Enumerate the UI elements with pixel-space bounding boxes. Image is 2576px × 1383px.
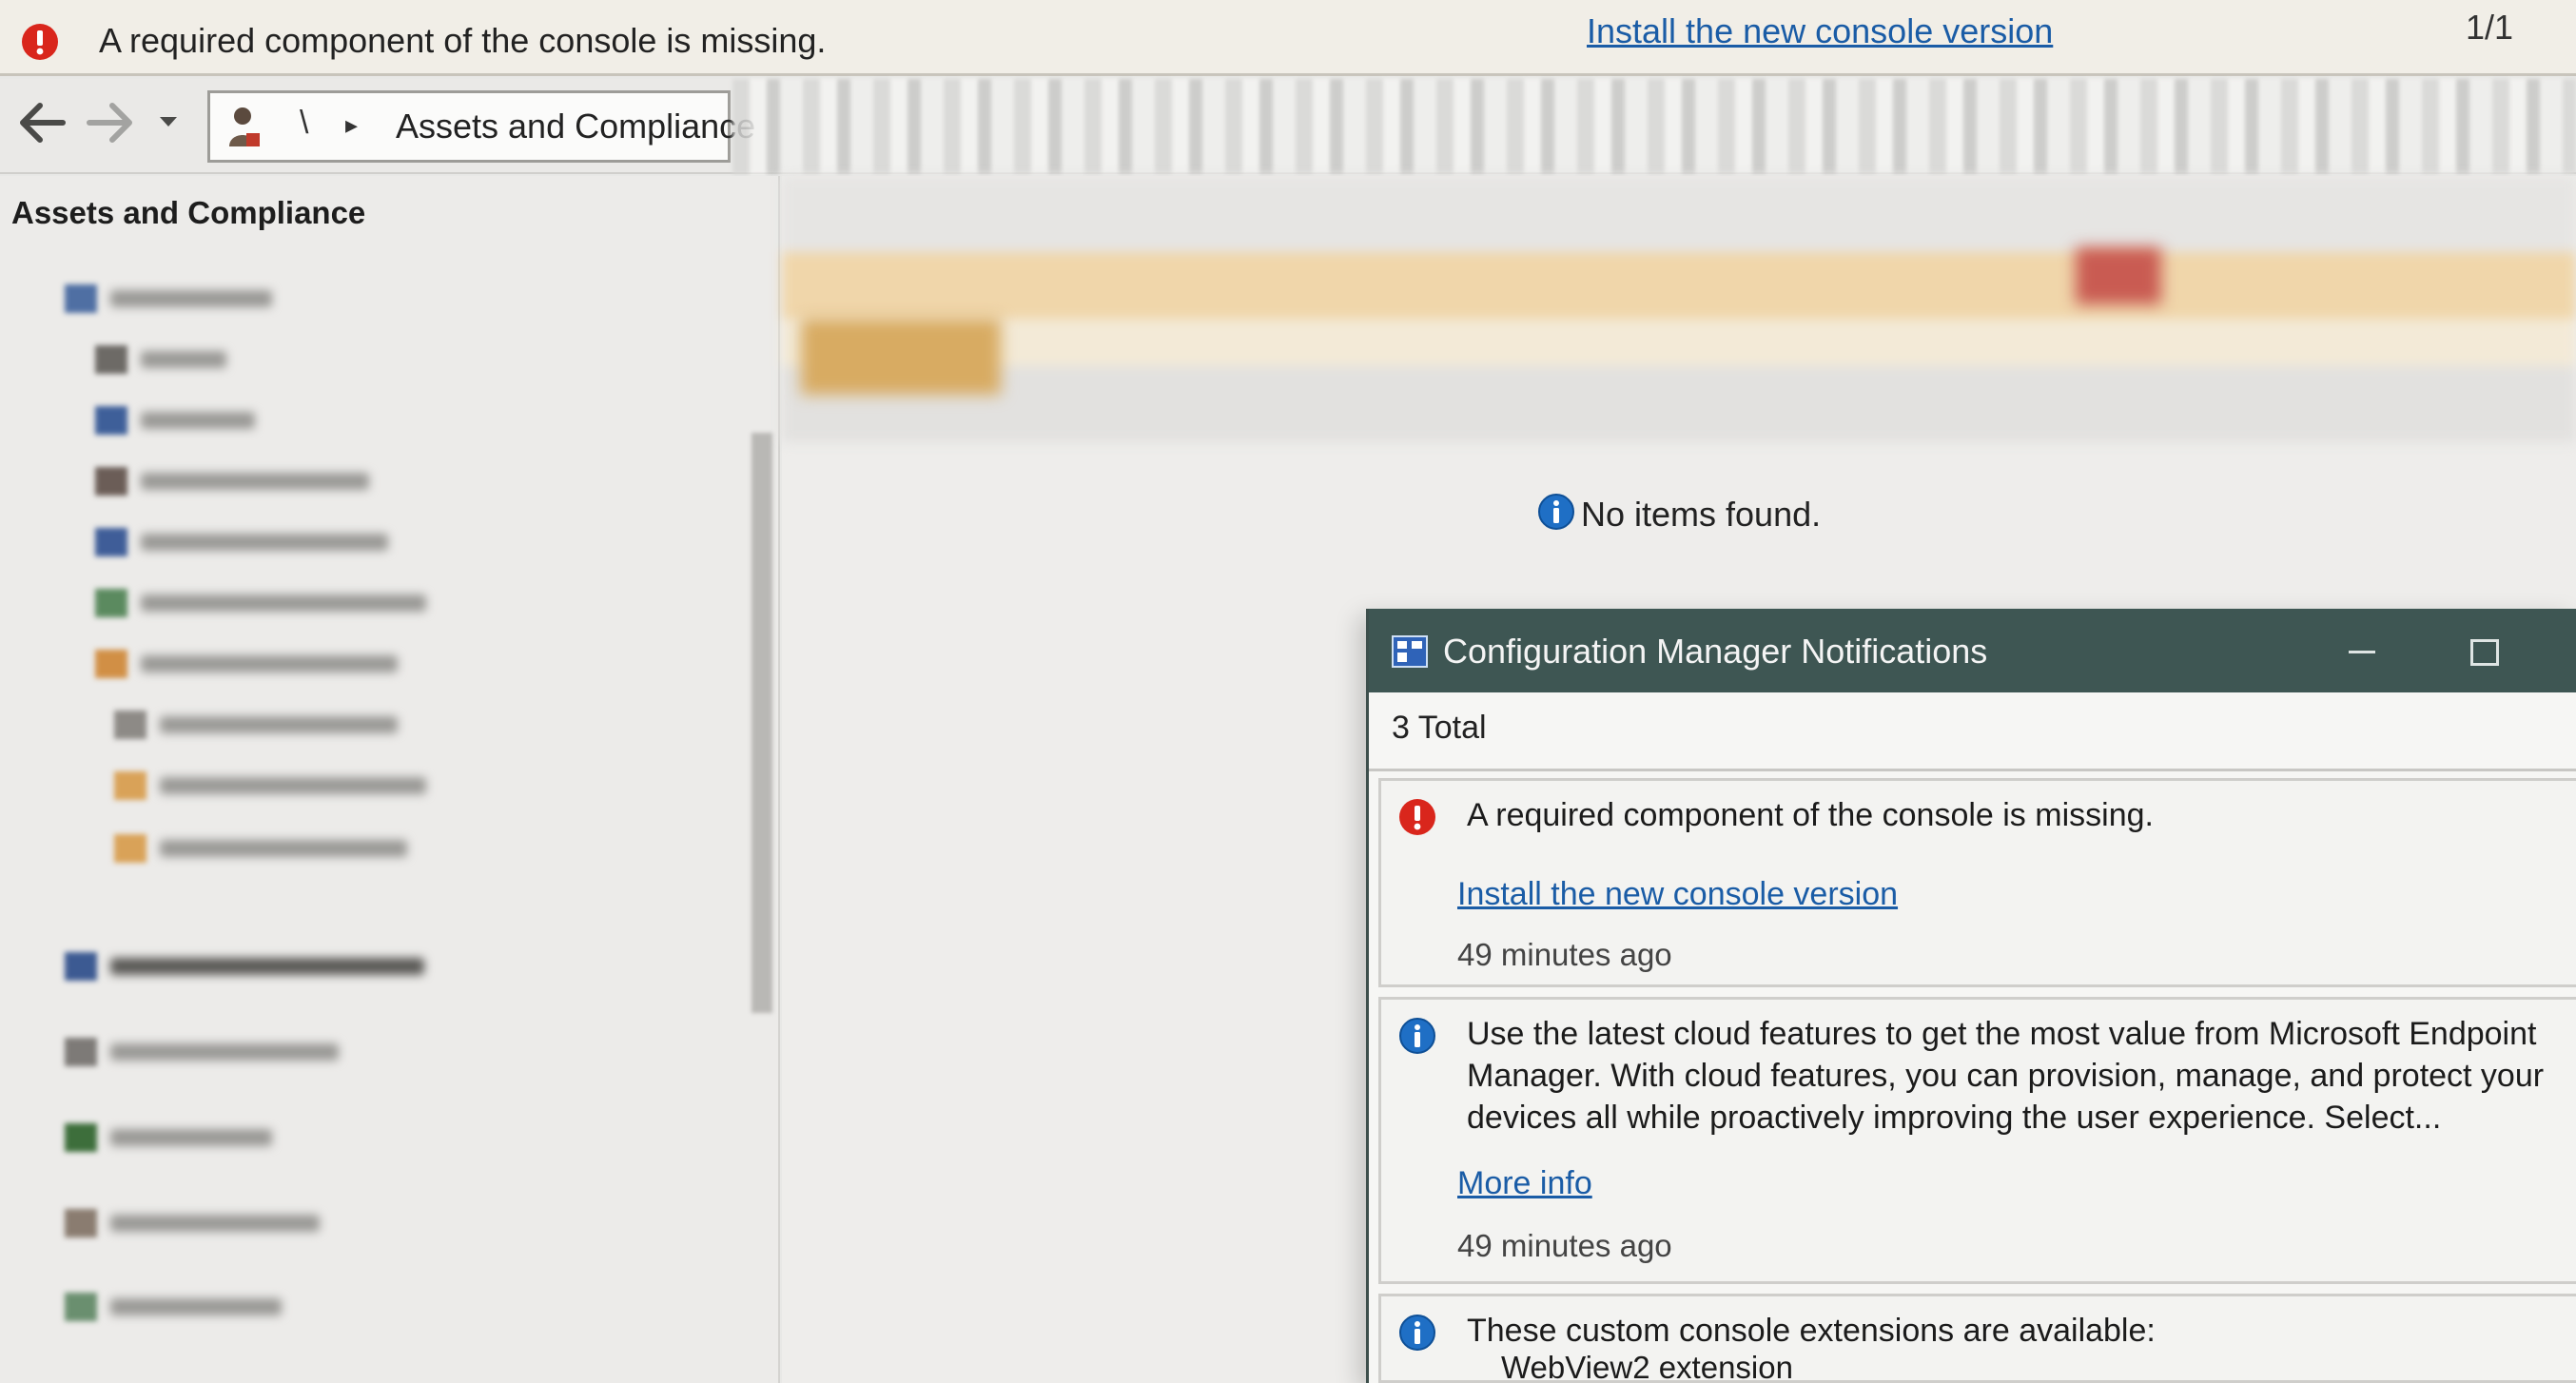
tree-item-label (160, 716, 398, 733)
notification-text: Use the latest cloud features to get the… (1467, 1016, 2545, 1136)
notification-item: A required component of the console is m… (1378, 778, 2576, 987)
breadcrumb[interactable]: Assets and Compliance (396, 107, 755, 146)
tree-item-label (110, 290, 272, 307)
tree-item-label (160, 840, 407, 857)
extension-name: WebView2 extension (1501, 1350, 1793, 1383)
configuration-manager-icon (1392, 635, 1428, 672)
notifications-titlebar[interactable]: Configuration Manager Notifications (1369, 609, 2576, 692)
error-icon (21, 23, 59, 66)
tree-item[interactable] (95, 400, 704, 438)
back-arrow-icon[interactable] (17, 102, 67, 148)
notification-message: A required component of the console is m… (99, 21, 827, 60)
tree-item-label (160, 777, 426, 794)
tree-item-icon (114, 771, 146, 800)
navigation-pane: Assets and Compliance (0, 176, 780, 1383)
tree-item-icon (114, 834, 146, 863)
tree-item-label (110, 1215, 320, 1232)
tree-item-icon (65, 1123, 97, 1152)
error-icon (1398, 798, 1436, 841)
pixelated-region (732, 79, 2576, 174)
minimize-button[interactable] (2335, 628, 2389, 673)
tree-item[interactable] (65, 1032, 731, 1070)
tree-item-label (110, 1043, 339, 1061)
tree-item[interactable] (65, 279, 712, 317)
pane-title: Assets and Compliance (11, 195, 366, 230)
tree-item[interactable] (114, 766, 704, 804)
info-icon (1398, 1314, 1436, 1356)
pixelated-block (801, 319, 1001, 395)
tree-item[interactable] (65, 946, 731, 984)
notifications-window: Configuration Manager Notifications 3 To… (1366, 609, 2576, 1383)
notification-item: These custom console extensions are avai… (1378, 1294, 2576, 1383)
info-icon (1398, 1017, 1436, 1060)
empty-results-text: No items found. (1581, 495, 1822, 534)
empty-results: No items found. (1538, 494, 1822, 535)
tree-item-icon (114, 711, 146, 739)
pixelated-block (2076, 247, 2161, 304)
notification-text: These custom console extensions are avai… (1467, 1313, 2156, 1349)
tree-item-label (141, 655, 398, 672)
breadcrumb-chevron-icon[interactable]: ▸ (345, 110, 358, 140)
tree-item-icon (65, 1038, 97, 1066)
install-console-link[interactable]: Install the new console version (1457, 876, 1898, 913)
tree-item-icon (65, 952, 97, 981)
tree-item-label (141, 351, 226, 368)
tree-item-label (141, 473, 369, 490)
tree-item[interactable] (95, 583, 704, 621)
tree-item-icon (65, 1293, 97, 1321)
console-notification-bar: A required component of the console is m… (0, 0, 2576, 76)
tree-item-label (110, 1129, 272, 1146)
tree-item-icon (65, 284, 97, 313)
info-icon (1537, 493, 1575, 539)
navigation-bar: \ ▸ Assets and Compliance (0, 79, 2576, 174)
tree-item-label (110, 1298, 282, 1315)
tree-item[interactable] (114, 705, 704, 743)
tree-item-icon (95, 528, 127, 556)
tree-item-icon (95, 345, 127, 374)
pixelated-header (782, 176, 2576, 442)
tree-item[interactable] (65, 1203, 731, 1241)
notification-item: Use the latest cloud features to get the… (1378, 997, 2576, 1284)
tree-item-label (141, 534, 388, 551)
breadcrumb-separator: \ (300, 105, 309, 141)
window-title: Configuration Manager Notifications (1443, 632, 1988, 671)
tree-item-icon (95, 650, 127, 678)
history-dropdown-icon[interactable] (158, 115, 179, 133)
notification-total: 3 Total (1392, 710, 1487, 746)
maximize-button[interactable] (2455, 628, 2508, 673)
tree-item[interactable] (95, 461, 704, 499)
console-root-icon (225, 105, 263, 155)
tree-item-icon (95, 467, 127, 496)
address-bar[interactable]: \ ▸ Assets and Compliance (207, 90, 755, 163)
forward-arrow-icon[interactable] (86, 102, 135, 148)
tree-item[interactable] (65, 1287, 731, 1325)
divider (1369, 769, 2576, 771)
tree-item[interactable] (95, 340, 704, 378)
notification-counter: 1/1 (2466, 8, 2514, 47)
tree-item-icon (95, 406, 127, 435)
tree-item-label (110, 958, 424, 975)
tree-item[interactable] (95, 644, 704, 682)
tree-item-label (141, 594, 426, 612)
notification-time: 49 minutes ago (1457, 1228, 1672, 1263)
tree-item-icon (65, 1209, 97, 1237)
tree-item-label (141, 412, 255, 429)
tree-item[interactable] (114, 828, 704, 867)
install-console-link[interactable]: Install the new console version (1587, 11, 2053, 51)
pane-scrollbar[interactable] (751, 433, 772, 1013)
tree-item[interactable] (65, 1118, 731, 1156)
notification-time: 49 minutes ago (1457, 937, 1672, 972)
more-info-link[interactable]: More info (1457, 1165, 1592, 1202)
tree-item[interactable] (95, 522, 704, 560)
notification-text: A required component of the console is m… (1467, 797, 2154, 833)
tree-item-icon (95, 589, 127, 617)
